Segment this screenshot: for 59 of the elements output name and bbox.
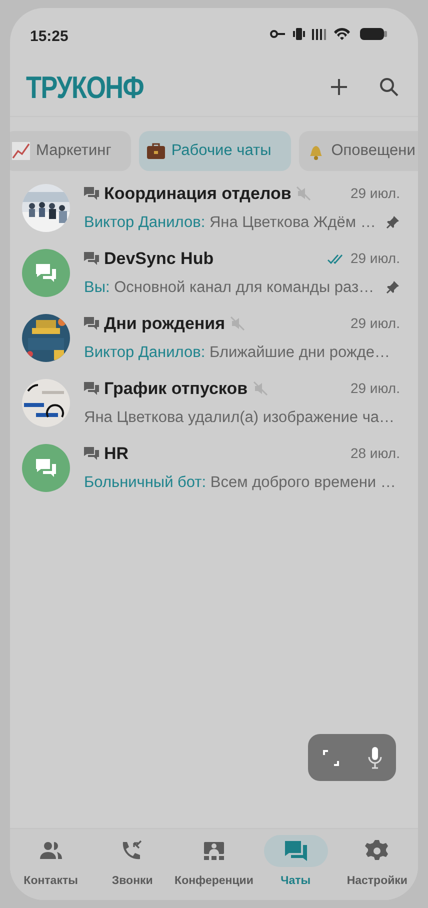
chat-row[interactable]: Координация отделов 29 июл. Виктор Данилов: Яна Цветкова Ждём … bbox=[10, 175, 418, 240]
chat-bubbles-icon bbox=[284, 840, 308, 862]
conference-icon bbox=[202, 840, 226, 862]
chat-row[interactable]: График отпусков 29 июл. Яна Цветкова удалил(а) изображение ча… bbox=[10, 370, 418, 435]
chat-date: 29 июл. bbox=[350, 379, 400, 398]
group-chat-icon bbox=[84, 252, 99, 266]
chat-row[interactable]: HR 28 июл. Больничный бот: Всем доброго времени … bbox=[10, 435, 418, 500]
muted-icon bbox=[296, 186, 312, 202]
chat-date: 28 июл. bbox=[350, 444, 400, 464]
contacts-icon bbox=[38, 840, 63, 862]
plus-icon bbox=[328, 76, 350, 98]
vibrate-icon bbox=[293, 28, 305, 40]
chat-row[interactable]: Дни рождения 29 июл. Виктор Данилов: Ближайшие дни рожде… bbox=[10, 305, 418, 370]
expand-icon[interactable] bbox=[322, 750, 338, 766]
chat-date: 29 июл. bbox=[350, 184, 400, 204]
folder-tab[interactable]: Маркетинг bbox=[10, 131, 132, 171]
nav-tab[interactable]: Конференции bbox=[173, 835, 255, 900]
message-preview: Яна Цветкова удалил(а) изображение ча… bbox=[84, 408, 395, 428]
pin-icon bbox=[386, 215, 400, 230]
muted-icon bbox=[252, 381, 268, 396]
chat-bubbles-icon bbox=[34, 456, 58, 478]
briefcase-icon bbox=[146, 141, 166, 161]
read-ticks-icon bbox=[327, 254, 346, 264]
key-icon bbox=[270, 30, 285, 38]
chat-title: График отпусков bbox=[104, 378, 248, 400]
chat-date: 29 июл. bbox=[350, 249, 400, 268]
settings-icon bbox=[365, 840, 390, 862]
nav-tab[interactable]: Настройки bbox=[336, 835, 418, 900]
group-chat-icon bbox=[84, 447, 99, 460]
nav-tab[interactable]: Чаты bbox=[254, 835, 336, 900]
message-preview: Больничный бот: Всем доброго времени … bbox=[84, 472, 396, 493]
chart-icon bbox=[11, 141, 31, 161]
group-chat-icon bbox=[84, 382, 99, 396]
app-logo: ТРУКОНФ bbox=[26, 72, 144, 102]
muted-icon bbox=[230, 316, 246, 332]
nav-tab[interactable]: Звонки bbox=[92, 835, 174, 900]
chat-date: 29 июл. bbox=[350, 314, 400, 334]
message-preview: Виктор Данилов: Ближайшие дни рожде… bbox=[84, 342, 390, 363]
chat-title: HR bbox=[104, 443, 129, 466]
folder-tab[interactable]: Рабочие чаты bbox=[139, 131, 292, 171]
chat-row[interactable]: DevSync Hub 29 июл. Вы: Основной канал для команды раз… bbox=[10, 240, 418, 305]
chat-bubbles-icon bbox=[34, 262, 58, 284]
microphone-icon[interactable] bbox=[368, 746, 382, 768]
chat-title: Координация отделов bbox=[104, 183, 292, 206]
group-chat-icon bbox=[84, 187, 99, 200]
message-preview: Вы: Основной канал для команды раз… bbox=[84, 278, 374, 298]
group-chat-icon bbox=[84, 317, 99, 330]
folder-tab[interactable]: Оповещени bbox=[299, 131, 418, 171]
signal-icon bbox=[312, 29, 326, 40]
chat-title: Дни рождения bbox=[104, 313, 226, 336]
battery-icon bbox=[360, 28, 387, 40]
wifi-icon bbox=[334, 28, 350, 40]
search-icon bbox=[378, 76, 400, 98]
status-time: 15:25 bbox=[30, 27, 68, 47]
phone-icon bbox=[120, 840, 144, 862]
message-preview: Виктор Данилов: Яна Цветкова Ждём … bbox=[84, 212, 376, 233]
chat-title: DevSync Hub bbox=[104, 248, 214, 270]
nav-tab[interactable]: Контакты bbox=[10, 835, 92, 900]
pin-icon bbox=[386, 280, 400, 294]
